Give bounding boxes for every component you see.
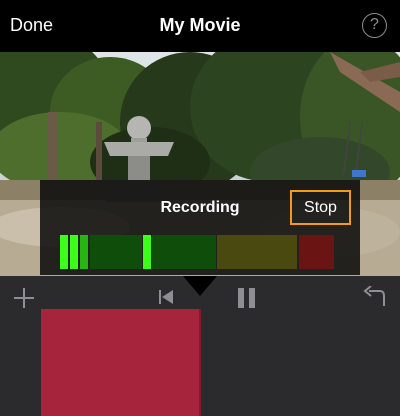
- timeline-area: [0, 276, 400, 416]
- recording-panel: Recording Stop: [40, 180, 360, 275]
- meter-segment-red: [299, 235, 334, 269]
- pause-button[interactable]: [236, 287, 258, 309]
- meter-peak-indicator: [143, 235, 151, 269]
- undo-button[interactable]: [362, 285, 386, 308]
- undo-icon: [363, 285, 385, 306]
- audio-level-meter: [60, 235, 336, 269]
- meter-segment-active: [70, 235, 78, 269]
- pause-icon: [238, 288, 255, 308]
- voiceover-clip[interactable]: [41, 309, 199, 416]
- meter-segment-yellow: [217, 235, 297, 269]
- plus-icon: [14, 288, 34, 308]
- meter-segment-green: [90, 235, 142, 269]
- stop-button[interactable]: Stop: [290, 190, 351, 225]
- skip-to-start-button[interactable]: [158, 289, 174, 305]
- project-title: My Movie: [159, 15, 241, 35]
- meter-segment-active: [60, 235, 68, 269]
- add-media-button[interactable]: [13, 287, 35, 309]
- skip-to-start-icon: [159, 290, 173, 304]
- meter-segment-active: [80, 235, 88, 269]
- playhead-marker[interactable]: [183, 276, 217, 296]
- top-bar: Done My Movie ?: [0, 0, 400, 52]
- meter-segment-green: [152, 235, 216, 269]
- playhead-line: [199, 309, 201, 416]
- help-button[interactable]: ?: [362, 13, 387, 38]
